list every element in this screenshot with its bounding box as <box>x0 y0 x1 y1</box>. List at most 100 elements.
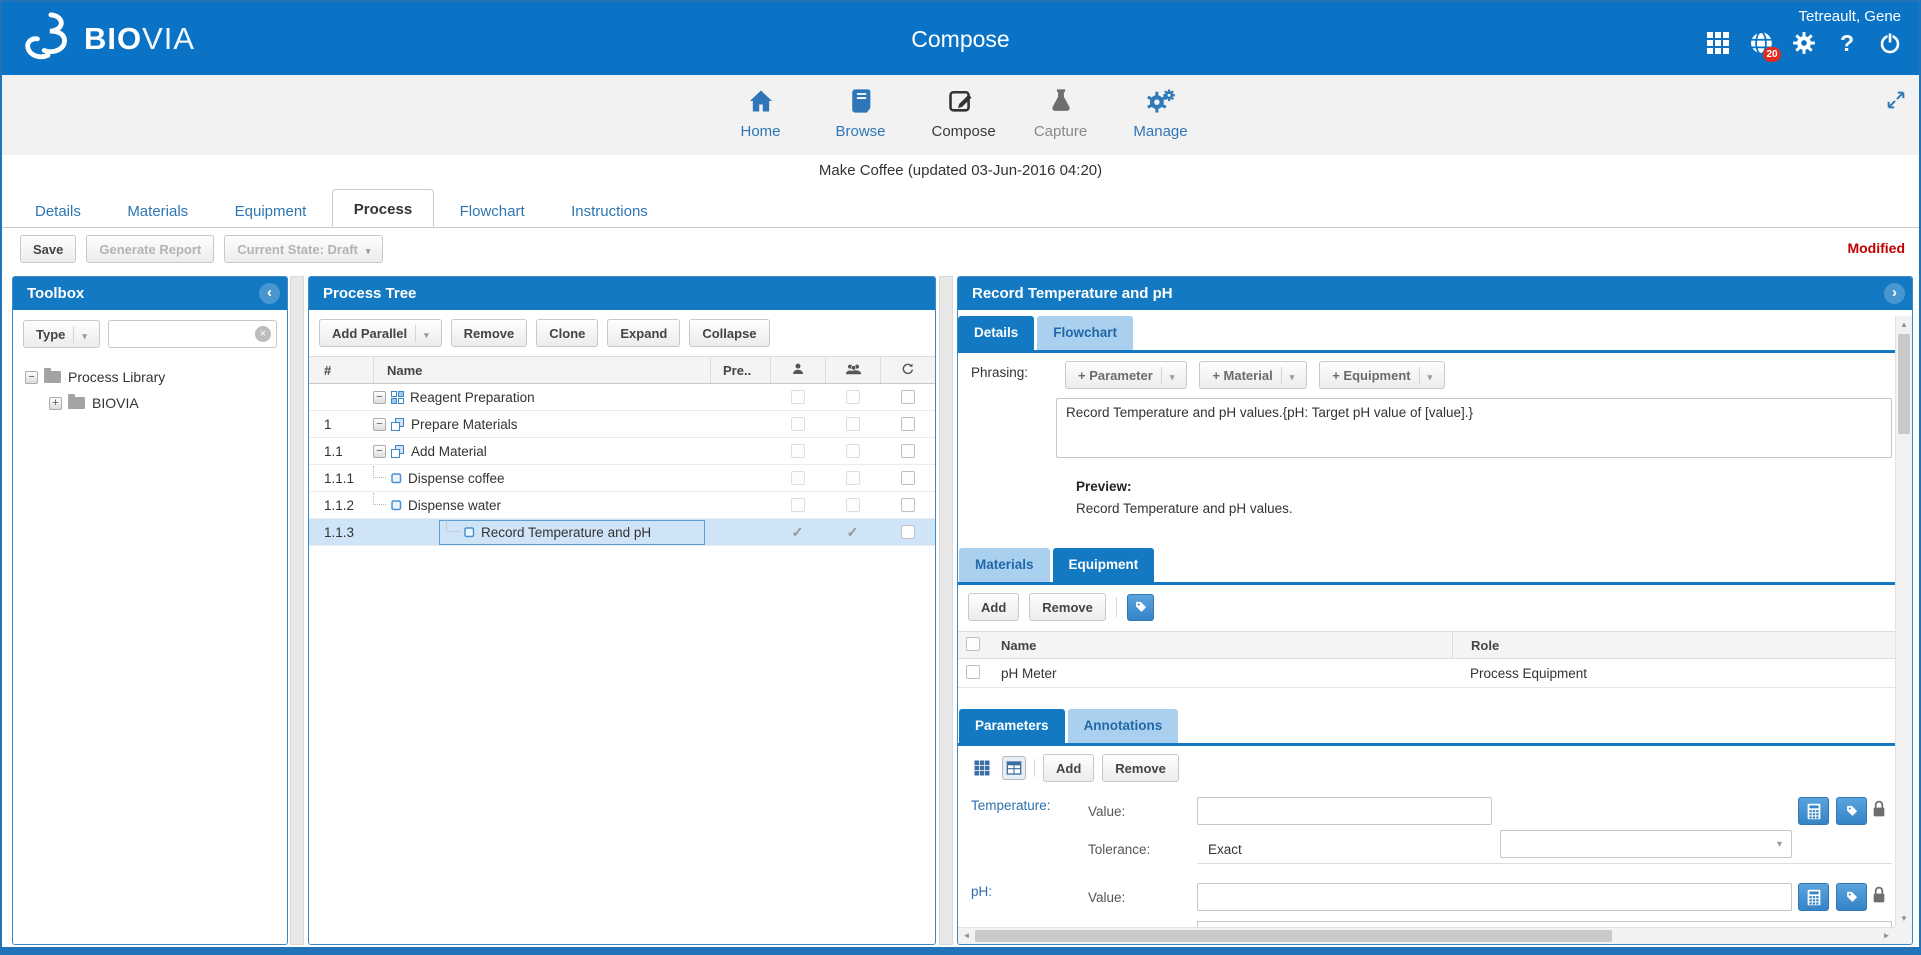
temperature-value-input[interactable] <box>1197 797 1492 825</box>
scrollbar-thumb[interactable] <box>1898 334 1910 434</box>
add-parameter-dropdown[interactable]: + Parameter <box>1065 361 1187 389</box>
tab-process[interactable]: Process <box>332 189 434 227</box>
refresh-checkbox[interactable] <box>901 498 915 512</box>
panel-splitter[interactable] <box>290 276 304 945</box>
save-button[interactable]: Save <box>20 235 76 263</box>
expand-button[interactable]: Expand <box>607 319 680 347</box>
tab-annotations[interactable]: Annotations <box>1068 709 1179 743</box>
group-checkbox[interactable] <box>846 471 860 485</box>
parameter-add-button[interactable]: Add <box>1043 754 1094 782</box>
type-filter-dropdown[interactable]: Type <box>23 320 100 348</box>
equipment-row[interactable]: pH Meter Process Equipment <box>958 659 1895 688</box>
remove-button[interactable]: Remove <box>451 319 528 347</box>
tab-details[interactable]: Details <box>14 194 102 228</box>
tab-materials[interactable]: Materials <box>106 194 209 228</box>
tree-item-biovia[interactable]: BIOVIA <box>25 390 275 416</box>
tab-assoc-materials[interactable]: Materials <box>959 548 1050 582</box>
help-icon[interactable] <box>1834 30 1860 56</box>
table-row[interactable]: 1.1.1 Dispense coffee <box>309 465 935 492</box>
current-state-dropdown[interactable]: Current State: Draft <box>224 235 383 263</box>
tab-parameters[interactable]: Parameters <box>959 709 1065 743</box>
expand-expander-icon[interactable] <box>49 397 62 410</box>
scrollbar-thumb[interactable] <box>975 930 1612 942</box>
equipment-remove-button[interactable]: Remove <box>1029 593 1106 621</box>
tab-detail-details[interactable]: Details <box>958 316 1034 350</box>
scroll-down-icon[interactable] <box>1896 910 1912 927</box>
refresh-checkbox[interactable] <box>901 525 915 539</box>
tag-button[interactable] <box>1836 883 1867 911</box>
column-role[interactable]: Role <box>1452 632 1895 658</box>
person-checkbox[interactable] <box>791 390 805 404</box>
temperature-unit-dropdown[interactable] <box>1500 830 1792 858</box>
collapse-expander-icon[interactable] <box>373 418 386 431</box>
nav-item-browse[interactable]: Browse <box>832 87 890 140</box>
tab-equipment[interactable]: Equipment <box>214 194 328 228</box>
globe-notifications-icon[interactable]: 20 <box>1748 30 1774 56</box>
tab-instructions[interactable]: Instructions <box>550 194 669 228</box>
horizontal-scrollbar[interactable] <box>958 927 1895 944</box>
tab-flowchart[interactable]: Flowchart <box>439 194 546 228</box>
calculator-button[interactable] <box>1798 797 1829 825</box>
ph-value-input[interactable] <box>1197 883 1792 911</box>
group-checkbox[interactable] <box>846 417 860 431</box>
user-name[interactable]: Tetreault, Gene <box>1798 8 1901 25</box>
group-checkbox[interactable] <box>846 498 860 512</box>
scroll-up-icon[interactable] <box>1896 316 1912 333</box>
person-checkbox[interactable] <box>791 471 805 485</box>
clone-button[interactable]: Clone <box>536 319 598 347</box>
column-name[interactable]: Name <box>373 357 710 383</box>
column-num[interactable]: # <box>309 357 373 383</box>
apps-grid-icon[interactable] <box>1705 30 1731 56</box>
equipment-add-button[interactable]: Add <box>968 593 1019 621</box>
vertical-scrollbar[interactable] <box>1895 316 1912 927</box>
column-refresh[interactable] <box>880 357 935 383</box>
group-checkbox[interactable] <box>846 444 860 458</box>
person-checkbox[interactable] <box>791 498 805 512</box>
collapse-button[interactable]: Collapse <box>689 319 769 347</box>
table-row[interactable]: 1.1 Add Material <box>309 438 935 465</box>
tab-assoc-equipment[interactable]: Equipment <box>1053 548 1155 582</box>
table-row[interactable]: 1 Prepare Materials <box>309 411 935 438</box>
toolbox-search-input[interactable] <box>108 320 277 348</box>
person-checked-icon[interactable] <box>792 524 804 541</box>
collapse-panel-icon[interactable] <box>259 283 280 304</box>
refresh-checkbox[interactable] <box>901 471 915 485</box>
collapse-expander-icon[interactable] <box>25 371 38 384</box>
add-parallel-button[interactable]: Add Parallel <box>319 319 442 347</box>
phrasing-textarea[interactable]: Record Temperature and pH values.{pH: Ta… <box>1056 398 1892 458</box>
row-checkbox[interactable] <box>966 665 980 679</box>
person-checkbox[interactable] <box>791 444 805 458</box>
group-checked-icon[interactable] <box>847 524 859 541</box>
person-checkbox[interactable] <box>791 417 805 431</box>
column-name[interactable]: Name <box>993 638 1452 653</box>
collapse-expander-icon[interactable] <box>373 391 386 404</box>
add-material-dropdown[interactable]: + Material <box>1199 361 1307 389</box>
form-view-icon[interactable] <box>1002 756 1026 780</box>
scroll-left-icon[interactable] <box>958 928 975 944</box>
clear-search-icon[interactable] <box>255 326 271 342</box>
refresh-checkbox[interactable] <box>901 390 915 404</box>
select-all-checkbox[interactable] <box>966 637 980 651</box>
group-checkbox[interactable] <box>846 390 860 404</box>
table-row[interactable]: Reagent Preparation <box>309 384 935 411</box>
tolerance-value[interactable]: Exact <box>1208 842 1242 857</box>
column-person[interactable] <box>770 357 825 383</box>
add-equipment-dropdown[interactable]: + Equipment <box>1319 361 1445 389</box>
parameter-remove-button[interactable]: Remove <box>1102 754 1179 782</box>
selected-node-box[interactable]: Record Temperature and pH <box>439 520 705 545</box>
collapse-expander-icon[interactable] <box>373 445 386 458</box>
power-icon[interactable] <box>1877 30 1903 56</box>
gear-icon[interactable] <box>1791 30 1817 56</box>
refresh-checkbox[interactable] <box>901 444 915 458</box>
refresh-checkbox[interactable] <box>901 417 915 431</box>
table-row-selected[interactable]: 1.1.3 Record Temperature and pH <box>309 519 935 546</box>
scroll-right-icon[interactable] <box>1878 928 1895 944</box>
column-group[interactable] <box>825 357 880 383</box>
generate-report-button[interactable]: Generate Report <box>86 235 214 263</box>
fullscreen-expand-icon[interactable] <box>1885 89 1907 111</box>
panel-splitter[interactable] <box>939 276 953 945</box>
calculator-button[interactable] <box>1798 883 1829 911</box>
tag-button[interactable] <box>1836 797 1867 825</box>
tab-detail-flowchart[interactable]: Flowchart <box>1037 316 1133 350</box>
phrase-tag-button[interactable] <box>1127 594 1154 621</box>
